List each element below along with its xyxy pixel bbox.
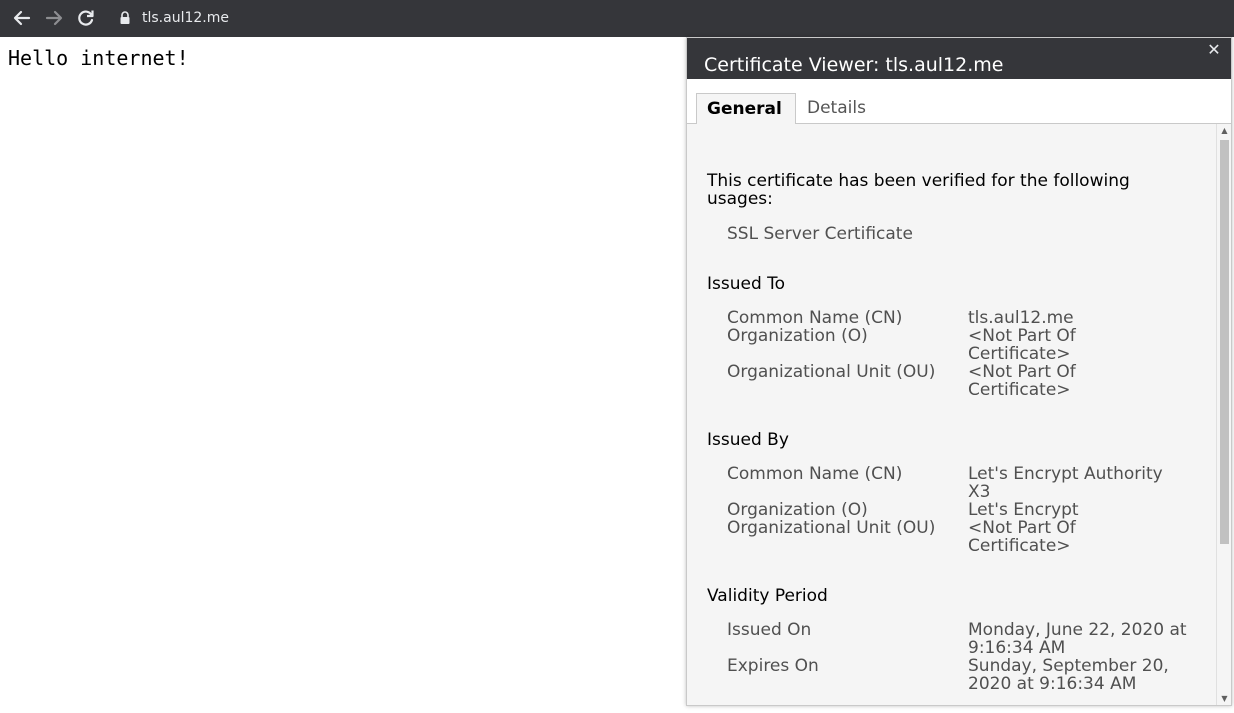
lock-icon[interactable] bbox=[119, 10, 131, 30]
forward-arrow-icon bbox=[45, 10, 63, 26]
reload-button[interactable] bbox=[75, 8, 97, 28]
general-tab-content: This certificate has been verified for t… bbox=[687, 124, 1217, 705]
dialog-header: Certificate Viewer: tls.aul12.me ✕ bbox=[687, 38, 1231, 79]
back-arrow-icon bbox=[13, 10, 31, 26]
issued-to-cn-label: Common Name (CN) bbox=[727, 308, 903, 328]
address-bar-url[interactable]: tls.aul12.me bbox=[142, 9, 229, 27]
reload-icon bbox=[78, 10, 94, 26]
scroll-thumb[interactable] bbox=[1220, 140, 1229, 544]
issued-to-ou-value: <Not Part Of Certificate> bbox=[968, 362, 1076, 400]
issued-to-o-value: <Not Part Of Certificate> bbox=[968, 326, 1076, 364]
tab-bar: General Details bbox=[687, 79, 1231, 124]
issued-by-ou-value: <Not Part Of Certificate> bbox=[968, 518, 1076, 556]
issued-to-o-label: Organization (O) bbox=[727, 326, 868, 346]
issued-by-cn-value: Let's Encrypt Authority X3 bbox=[968, 464, 1163, 502]
dialog-title: Certificate Viewer: tls.aul12.me bbox=[704, 54, 1004, 76]
scroll-down-icon[interactable]: ▼ bbox=[1220, 695, 1229, 703]
issued-to-title: Issued To bbox=[707, 274, 786, 294]
issued-by-o-label: Organization (O) bbox=[727, 500, 868, 520]
issued-on-label: Issued On bbox=[727, 620, 812, 640]
certificate-viewer-dialog: Certificate Viewer: tls.aul12.me ✕ Gener… bbox=[686, 37, 1232, 706]
issued-by-title: Issued By bbox=[707, 430, 789, 450]
expires-on-value: Sunday, September 20, 2020 at 9:16:34 AM bbox=[968, 656, 1169, 694]
validity-title: Validity Period bbox=[707, 586, 828, 606]
issued-to-ou-label: Organizational Unit (OU) bbox=[727, 362, 936, 382]
issued-to-cn-value: tls.aul12.me bbox=[968, 308, 1074, 328]
scroll-up-icon[interactable]: ▲ bbox=[1220, 127, 1229, 135]
page-body-text: Hello internet! bbox=[8, 46, 189, 70]
browser-toolbar: tls.aul12.me bbox=[0, 0, 1234, 37]
usage-item: SSL Server Certificate bbox=[727, 224, 913, 244]
expires-on-label: Expires On bbox=[727, 656, 819, 676]
usages-intro: This certificate has been verified for t… bbox=[707, 171, 1130, 209]
issued-on-value: Monday, June 22, 2020 at 9:16:34 AM bbox=[968, 620, 1187, 658]
content-scrollbar[interactable]: ▲ ▼ bbox=[1216, 124, 1231, 705]
tab-general[interactable]: General bbox=[696, 93, 796, 124]
issued-by-cn-label: Common Name (CN) bbox=[727, 464, 903, 484]
back-button[interactable] bbox=[11, 8, 33, 28]
issued-by-ou-label: Organizational Unit (OU) bbox=[727, 518, 936, 538]
forward-button[interactable] bbox=[43, 8, 65, 28]
close-icon: ✕ bbox=[1207, 40, 1221, 59]
issued-by-o-value: Let's Encrypt bbox=[968, 500, 1079, 520]
close-button[interactable]: ✕ bbox=[1205, 41, 1223, 59]
tab-details[interactable]: Details bbox=[797, 93, 876, 123]
